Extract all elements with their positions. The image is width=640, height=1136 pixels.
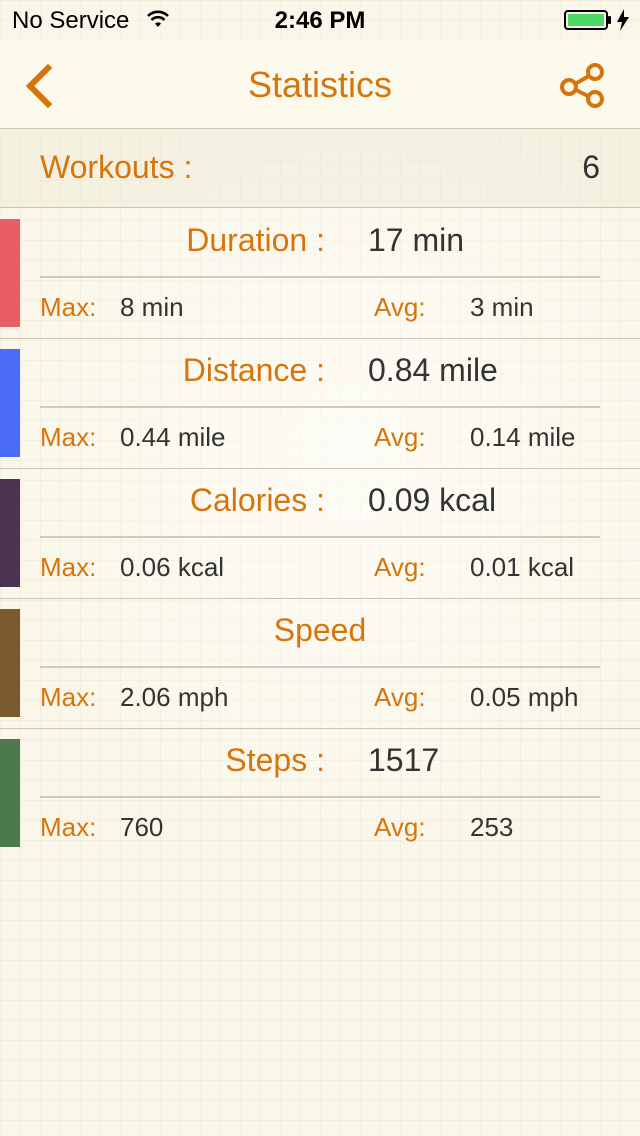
duration-value: 17 min	[368, 222, 465, 258]
distance-stat: Distance : 0.84 mile Max: 0.44 mile Avg:…	[0, 338, 640, 469]
duration-label: Duration :	[186, 222, 325, 258]
workouts-value: 6	[582, 149, 600, 185]
distance-label: Distance :	[182, 352, 325, 388]
calories-stat: Calories : 0.09 kcal Max: 0.06 kcal Avg:…	[0, 468, 640, 599]
steps-max-value: 760	[120, 812, 164, 842]
navigation-bar: Statistics	[0, 40, 640, 129]
calories-label: Calories :	[189, 482, 325, 518]
speed-max-value: 2.06 mph	[120, 682, 229, 712]
calories-max-value: 0.06 kcal	[120, 552, 225, 582]
status-bar: No Service 2:46 PM	[0, 0, 640, 40]
calories-color-bar	[0, 479, 20, 587]
divider	[40, 536, 600, 538]
distance-value: 0.84 mile	[368, 352, 498, 388]
speed-avg-label: Avg:	[374, 682, 426, 712]
distance-max-value: 0.44 mile	[120, 422, 226, 452]
steps-value: 1517	[368, 742, 440, 778]
speed-stat: Speed Max: 2.06 mph Avg: 0.05 mph	[0, 598, 640, 729]
speed-max-label: Max:	[40, 682, 97, 712]
speed-label: Speed	[273, 612, 367, 648]
steps-avg-label: Avg:	[374, 812, 426, 842]
duration-max-value: 8 min	[120, 292, 184, 322]
distance-avg-label: Avg:	[374, 422, 426, 452]
calories-avg-label: Avg:	[374, 552, 426, 582]
status-time: 2:46 PM	[274, 7, 366, 34]
divider	[40, 406, 600, 408]
page-title: Statistics	[247, 64, 393, 105]
calories-max-label: Max:	[40, 552, 97, 582]
steps-avg-value: 253	[470, 812, 514, 842]
speed-avg-value: 0.05 mph	[470, 682, 579, 712]
duration-max-label: Max:	[40, 292, 97, 322]
workouts-row: Workouts : 6	[0, 129, 640, 208]
calories-avg-value: 0.01 kcal	[470, 552, 575, 582]
steps-color-bar	[0, 739, 20, 847]
share-icon[interactable]	[558, 60, 608, 110]
duration-avg-label: Avg:	[374, 292, 426, 322]
duration-color-bar	[0, 219, 20, 327]
steps-stat: Steps : 1517 Max: 760 Avg: 253	[0, 728, 640, 858]
distance-max-label: Max:	[40, 422, 97, 452]
distance-avg-value: 0.14 mile	[470, 422, 576, 452]
divider	[40, 796, 600, 798]
duration-avg-value: 3 min	[470, 292, 534, 322]
steps-label: Steps :	[225, 742, 325, 778]
duration-stat: Duration : 17 min Max: 8 min Avg: 3 min	[0, 208, 640, 339]
divider	[40, 666, 600, 668]
charging-bolt-icon	[617, 9, 629, 31]
distance-color-bar	[0, 349, 20, 457]
battery-icon	[564, 10, 611, 30]
workouts-label: Workouts :	[40, 149, 193, 185]
steps-max-label: Max:	[40, 812, 97, 842]
divider	[40, 276, 600, 278]
calories-value: 0.09 kcal	[368, 482, 497, 518]
